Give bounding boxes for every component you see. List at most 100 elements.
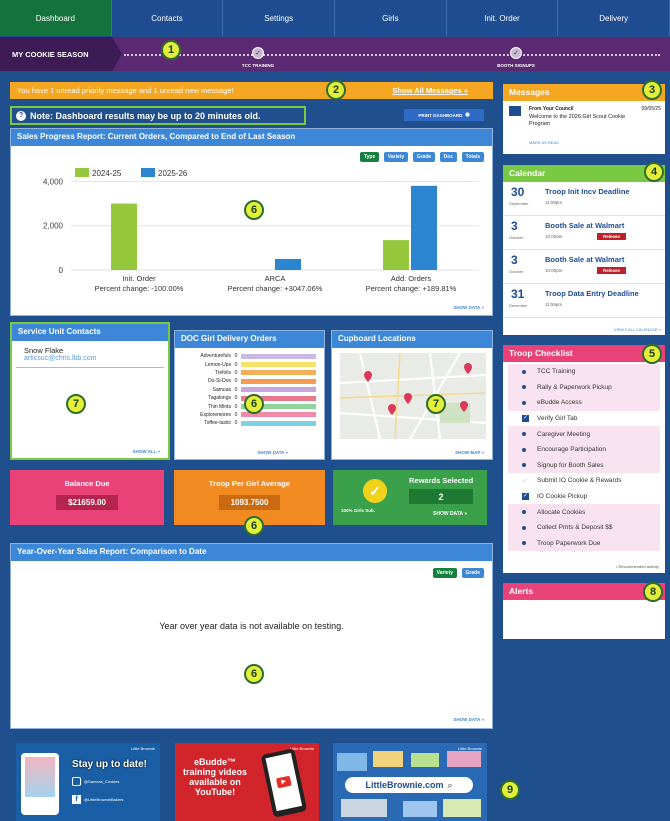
callout-badge: 4: [644, 162, 664, 182]
checkbox-checked-icon[interactable]: ✓: [522, 493, 529, 501]
tab-contacts[interactable]: Contacts: [112, 0, 224, 36]
bar-2025-26: [275, 258, 301, 270]
doc-variety-row: Trefoils 0: [179, 369, 320, 377]
balance-due-value: $21659.00: [56, 495, 118, 510]
bar-2024-25: [383, 240, 409, 270]
event-title: Troop Init Incv Deadline: [545, 187, 630, 196]
variety-value: 0: [234, 395, 238, 402]
show-all-contacts-link[interactable]: SHOW ALL »: [132, 449, 160, 454]
checkbox-checked-icon[interactable]: ✓: [522, 415, 529, 423]
checklist-label: TCC Training: [537, 368, 576, 376]
tab-delivery[interactable]: Delivery: [558, 0, 670, 36]
variety-bar: [241, 353, 316, 359]
variety-bar: [241, 378, 316, 384]
variety-button[interactable]: Variety: [383, 152, 409, 162]
instagram-row: @Samoas_Cookies: [72, 777, 119, 786]
search-icon: ⌕: [447, 779, 453, 790]
website-banner[interactable]: Little Brownie LittleBrownie.com ⌕: [333, 743, 487, 821]
print-dashboard-button[interactable]: PRINT DASHBOARD 🖶: [404, 109, 484, 121]
tab-girls[interactable]: Girls: [335, 0, 447, 36]
print-label: PRINT DASHBOARD: [418, 112, 463, 118]
milestone-tcc-training[interactable]: ✓: [252, 47, 264, 59]
doc-variety-row: Adventurefuls 0: [179, 352, 320, 360]
x-tick-label: Add. Orders: [391, 274, 432, 283]
check-faint-icon: ✓: [522, 477, 528, 485]
calendar-event[interactable]: 31 December Troop Data Entry Deadline 11:59…: [503, 284, 665, 318]
percent-change-label: Percent change: -100.00%: [95, 284, 184, 293]
variety-label: Exploremores: [200, 411, 231, 418]
event-day: 30: [511, 185, 525, 199]
tab-settings[interactable]: Settings: [223, 0, 336, 36]
collage-tile: [373, 751, 403, 767]
percent-change-label: Percent change: +3047.06%: [228, 284, 323, 293]
event-title: Booth Sale at Walmart: [545, 221, 625, 230]
callout-badge: 6: [244, 200, 264, 220]
checklist-label: eBudde Access: [537, 399, 582, 407]
panel-title: Service Unit Contacts: [12, 324, 168, 341]
doc-show-data-link[interactable]: SHOW DATA »: [257, 450, 288, 455]
variety-value: 0: [234, 353, 238, 360]
bullet-icon: [522, 385, 526, 390]
service-unit-contacts-panel: Service Unit Contacts Snow Flake articsu…: [10, 322, 170, 460]
event-month: October: [509, 269, 524, 274]
url-search-bar[interactable]: LittleBrownie.com ⌕: [345, 777, 473, 793]
tab-dashboard[interactable]: Dashboard: [0, 0, 112, 36]
variety-value: 0: [234, 361, 238, 368]
variety-value: 0: [234, 378, 238, 385]
cupboard-locations-panel: Cupboard Locations SHOW MAP »: [331, 330, 493, 460]
view-full-calendar-link[interactable]: VIEW FULL CALENDAR »: [614, 327, 661, 332]
video-banner[interactable]: Little Brownie eBudde™ training videos a…: [175, 743, 319, 821]
calendar-event[interactable]: 3 October Booth Sale at Walmart 10:00pm Rele…: [503, 250, 665, 284]
sales-show-data-link[interactable]: SHOW DATA »: [453, 305, 484, 310]
variety-label: Toffee-tastic: [204, 420, 231, 427]
doc-button[interactable]: Doc: [439, 152, 458, 162]
bar-2025-26: [411, 185, 437, 270]
yoy-variety-button[interactable]: Variety: [432, 568, 458, 578]
show-all-messages-link[interactable]: Show All Messages »: [392, 86, 468, 95]
checklist-item: Allocate Cookies: [508, 504, 660, 520]
event-time: 11:59pm: [545, 200, 563, 205]
variety-value: 0: [234, 386, 238, 393]
yoy-show-data-link[interactable]: SHOW DATA »: [453, 717, 484, 722]
show-map-link[interactable]: SHOW MAP »: [455, 450, 484, 455]
milestone-booth-signups[interactable]: ✓: [510, 47, 522, 59]
mark-as-read-link[interactable]: MARK AS READ: [529, 140, 559, 145]
totals-button[interactable]: Totals: [461, 152, 484, 162]
checklist-item: Rally & Paperwork Pickup: [508, 379, 660, 396]
cupboard-map[interactable]: [340, 353, 486, 439]
checklist-item: Caregiver Meeting: [508, 426, 660, 442]
alerts-title: Alerts: [503, 583, 665, 600]
checklist-item: Encourage Participation: [508, 441, 660, 458]
tab-init-order[interactable]: Init. Order: [447, 0, 559, 36]
panel-title: DOC Girl Delivery Orders: [175, 331, 324, 348]
chart-filter-buttons: Type Variety Grade Doc Totals: [358, 150, 484, 162]
checklist-item: TCC Training: [508, 364, 660, 380]
help-icon[interactable]: ?: [16, 110, 26, 121]
contact-email[interactable]: articsuc@chris.lbb.com: [24, 355, 156, 362]
variety-label: Adventurefuls: [200, 353, 231, 360]
release-tag: Release: [597, 267, 627, 274]
x-tick-label: Init. Order: [122, 274, 156, 283]
checklist-items: TCC Training Rally & Paperwork Pickup eBud…: [503, 362, 665, 553]
troop-checklist-panel: Troop Checklist TCC Training Rally & Pape…: [503, 345, 665, 573]
calendar-event[interactable]: 3 October Booth Sale at Walmart 10:00am Rele…: [503, 216, 665, 250]
milestone-label: TCC TRAINING: [241, 63, 275, 68]
messages-panel: Messages From Your Council 09/05/25 Welc…: [503, 84, 665, 154]
social-banner[interactable]: Little Brownie Stay up to date! @Samoas_…: [16, 743, 160, 821]
sales-bar-chart: 4,000 2,000 0 Init. OrderPercent change: -1…: [43, 168, 479, 293]
variety-bar: [241, 362, 316, 368]
printer-icon: 🖶: [465, 112, 470, 117]
calendar-event[interactable]: 30 September Troop Init Incv Deadline 11:59…: [503, 182, 665, 216]
callout-badge: 7: [66, 394, 86, 414]
grade-button[interactable]: Grade: [412, 152, 436, 162]
event-time: 11:59pm: [545, 302, 563, 307]
checklist-item: ✓ Verify Girl Tab: [508, 411, 660, 427]
collage-tile: [443, 799, 481, 817]
rewards-show-data-link[interactable]: SHOW DATA »: [433, 511, 467, 517]
event-month: September: [509, 201, 529, 206]
yoy-grade-button[interactable]: Grade: [461, 568, 484, 578]
checklist-label: Encourage Participation: [537, 446, 607, 454]
type-button[interactable]: Type: [359, 152, 380, 162]
bullet-icon: [522, 400, 526, 405]
callout-badge: 3: [642, 80, 662, 100]
